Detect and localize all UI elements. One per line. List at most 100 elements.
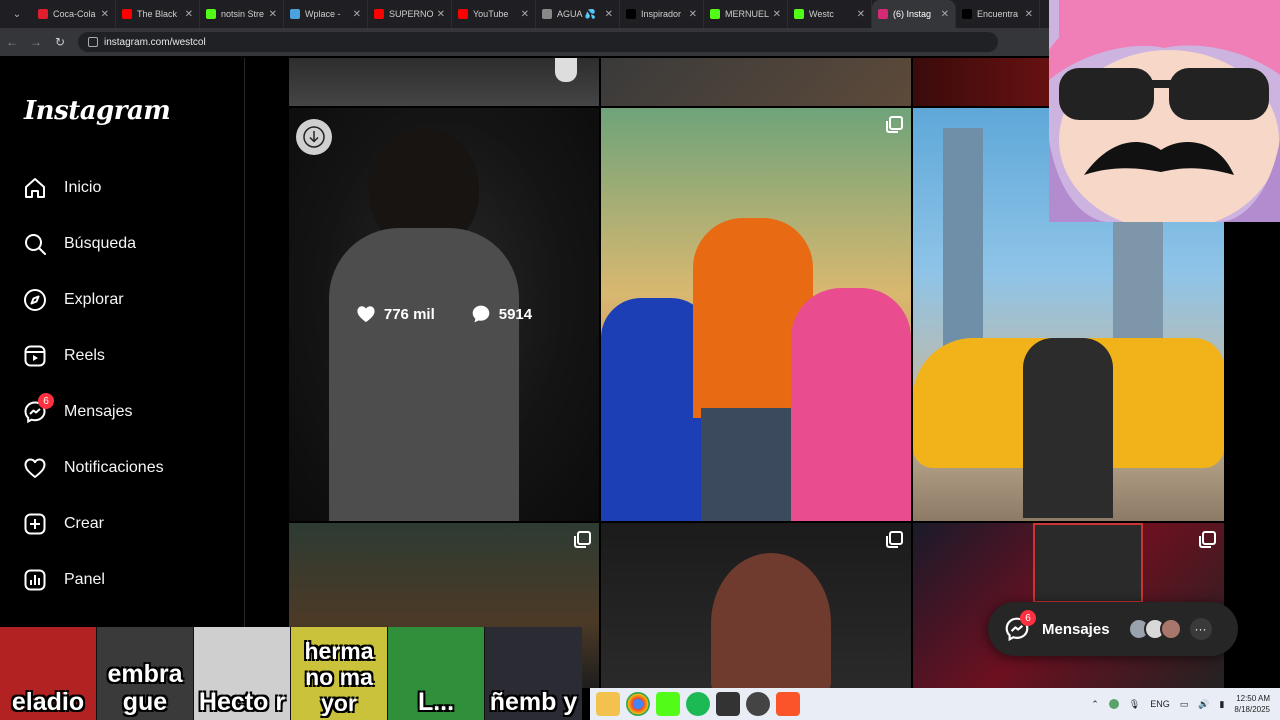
tab-favicon-icon — [542, 9, 552, 19]
sidebar-item-label: Crear — [64, 515, 105, 532]
post-thumbnail[interactable] — [289, 58, 599, 106]
tab-label: AGUA 💦 — [557, 8, 596, 19]
post-stats: 776 mil 5914 — [289, 304, 599, 324]
tab-close-icon[interactable]: ✕ — [269, 9, 277, 20]
tab-favicon-icon — [878, 9, 888, 19]
tab-favicon-icon — [962, 9, 972, 19]
sidebar-item-notificaciones[interactable]: Notificaciones — [22, 453, 164, 483]
chrome-icon[interactable] — [626, 692, 650, 716]
post-thumbnail[interactable] — [601, 58, 911, 106]
sidebar-item-mensajes[interactable]: 6 Mensajes — [22, 393, 132, 427]
status-icon[interactable] — [1108, 699, 1119, 709]
shoe-shape — [555, 58, 577, 82]
sidebar-item-crear[interactable]: Crear — [22, 509, 104, 539]
browser-tab[interactable]: notsin Stre ✕ — [200, 0, 284, 28]
terminal-icon[interactable] — [716, 692, 740, 716]
carousel-icon — [886, 116, 903, 133]
messages-label: Mensajes — [1042, 620, 1110, 638]
billboard-shape — [1033, 523, 1143, 603]
pink-outfit-shape — [791, 288, 911, 521]
search-icon — [22, 231, 48, 257]
tab-close-icon[interactable]: ✕ — [521, 9, 529, 20]
site-info-icon[interactable] — [88, 37, 98, 47]
display-icon[interactable]: ▭ — [1180, 699, 1189, 710]
browser-tab[interactable]: The Black ✕ — [116, 0, 200, 28]
sidebar-item-label: Notificaciones — [64, 459, 164, 476]
browser-tab[interactable]: Coca-Cola ✕ — [32, 0, 116, 28]
instagram-logo[interactable]: Instagram — [24, 96, 171, 126]
back-icon[interactable]: ← — [0, 35, 24, 49]
chat-thumb-text: Hecto r — [198, 688, 286, 716]
post-thumbnail[interactable] — [601, 523, 911, 688]
browser-tab[interactable]: SUPERNO ✕ — [368, 0, 452, 28]
sidebar-item-label: Inicio — [64, 179, 102, 196]
tab-close-icon[interactable]: ✕ — [185, 9, 193, 20]
sidebar-item-reels[interactable]: Reels — [22, 341, 105, 371]
tab-close-icon[interactable]: ✕ — [857, 9, 865, 20]
tab-close-icon[interactable]: ✕ — [605, 9, 613, 20]
brave-icon[interactable] — [776, 692, 800, 716]
browser-tab[interactable]: (6) Instag ✕ — [872, 0, 956, 28]
sidebar-item-inicio[interactable]: Inicio — [22, 173, 101, 203]
kick-icon[interactable] — [656, 692, 680, 716]
forward-icon[interactable]: → — [24, 35, 48, 49]
chat-thumbnail-strip: eladio embra gue Hecto r herma no ma yor… — [0, 627, 590, 720]
post-thumbnail[interactable] — [601, 108, 911, 521]
reload-icon[interactable]: ↻ — [48, 35, 72, 49]
messages-floating-button[interactable]: 6 Mensajes ··· — [988, 602, 1238, 656]
tab-favicon-icon — [206, 9, 216, 19]
comments-count: 5914 — [498, 305, 533, 323]
browser-tab[interactable]: YouTube ✕ — [452, 0, 536, 28]
tab-search-icon[interactable]: ⌄ — [6, 4, 28, 24]
microphone-icon[interactable]: 🎙 — [1129, 699, 1140, 710]
download-icon[interactable] — [296, 119, 332, 155]
browser-tab[interactable]: AGUA 💦 ✕ — [536, 0, 620, 28]
tab-close-icon[interactable]: ✕ — [689, 9, 697, 20]
windows-taskbar: ⌃ 🎙 ENG ▭ 🔊 ▮ 12:50 AM 8/18/2025 — [590, 688, 1280, 720]
tab-favicon-icon — [626, 9, 636, 19]
chat-thumb: L... — [388, 627, 485, 720]
chart-icon — [22, 567, 48, 593]
tab-close-icon[interactable]: ✕ — [101, 9, 109, 20]
spotify-icon[interactable] — [686, 692, 710, 716]
sidebar-item-explorar[interactable]: Explorar — [22, 285, 124, 315]
post-thumbnail-hovered[interactable]: 776 mil 5914 — [289, 108, 599, 521]
browser-tab[interactable]: Encuentra ✕ — [956, 0, 1040, 28]
likes-count: 776 mil — [383, 305, 435, 323]
file-explorer-icon[interactable] — [596, 692, 620, 716]
likes-stat: 776 mil — [356, 304, 435, 324]
tab-label: SUPERNO — [389, 9, 433, 19]
sidebar-item-label: Búsqueda — [64, 235, 137, 252]
compass-icon — [22, 287, 48, 313]
volume-icon[interactable]: 🔊 — [1198, 699, 1209, 710]
chat-thumb: herma no ma yor — [291, 627, 388, 720]
messenger-icon: 6 — [22, 393, 54, 425]
clock[interactable]: 12:50 AM 8/18/2025 — [1234, 693, 1270, 715]
obs-icon[interactable] — [746, 692, 770, 716]
notification-badge: 6 — [1020, 610, 1036, 626]
browser-tab[interactable]: MERNUEL ✕ — [704, 0, 788, 28]
language-indicator[interactable]: ENG — [1150, 699, 1170, 709]
tab-close-icon[interactable]: ✕ — [353, 9, 361, 20]
comment-filled-icon — [472, 305, 490, 323]
chevron-up-icon[interactable]: ⌃ — [1091, 699, 1099, 710]
tab-close-icon[interactable]: ✕ — [941, 9, 949, 20]
more-icon[interactable]: ··· — [1189, 618, 1212, 640]
tab-close-icon[interactable]: ✕ — [437, 9, 445, 20]
url-field[interactable]: instagram.com/westcol — [78, 32, 998, 52]
browser-tab[interactable]: Inspirador ✕ — [620, 0, 704, 28]
tab-favicon-icon — [710, 9, 720, 19]
chat-thumb: ñemb y — [485, 627, 582, 720]
browser-tab[interactable]: Wplace - ✕ — [284, 0, 368, 28]
person-shape — [1023, 338, 1113, 518]
battery-icon[interactable]: ▮ — [1219, 699, 1224, 710]
tab-close-icon[interactable]: ✕ — [773, 9, 781, 20]
notification-badge: 6 — [38, 393, 54, 409]
sidebar-item-busqueda[interactable]: Búsqueda — [22, 229, 136, 259]
tab-close-icon[interactable]: ✕ — [1025, 9, 1033, 20]
tab-favicon-icon — [290, 9, 300, 19]
tab-label: YouTube — [473, 9, 509, 19]
browser-tab[interactable]: Westc ✕ — [788, 0, 872, 28]
sidebar-item-panel[interactable]: Panel — [22, 565, 105, 595]
tab-label: Westc — [809, 9, 834, 19]
